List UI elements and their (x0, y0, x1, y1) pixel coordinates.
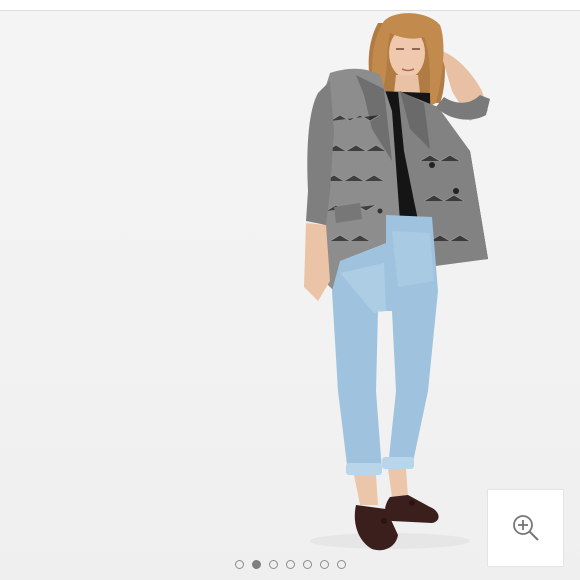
carousel-dot-5[interactable] (302, 559, 312, 569)
product-image-viewer (0, 0, 580, 580)
carousel-dot-6[interactable] (319, 559, 329, 569)
carousel-dot-1[interactable] (234, 559, 244, 569)
zoom-in-icon (512, 515, 539, 541)
carousel-pagination (0, 557, 580, 571)
zoom-button[interactable] (487, 489, 564, 567)
carousel-dot-2[interactable] (251, 559, 261, 569)
carousel-dot-4[interactable] (285, 559, 295, 569)
carousel-dot-3[interactable] (268, 559, 278, 569)
carousel-dot-7[interactable] (336, 559, 346, 569)
